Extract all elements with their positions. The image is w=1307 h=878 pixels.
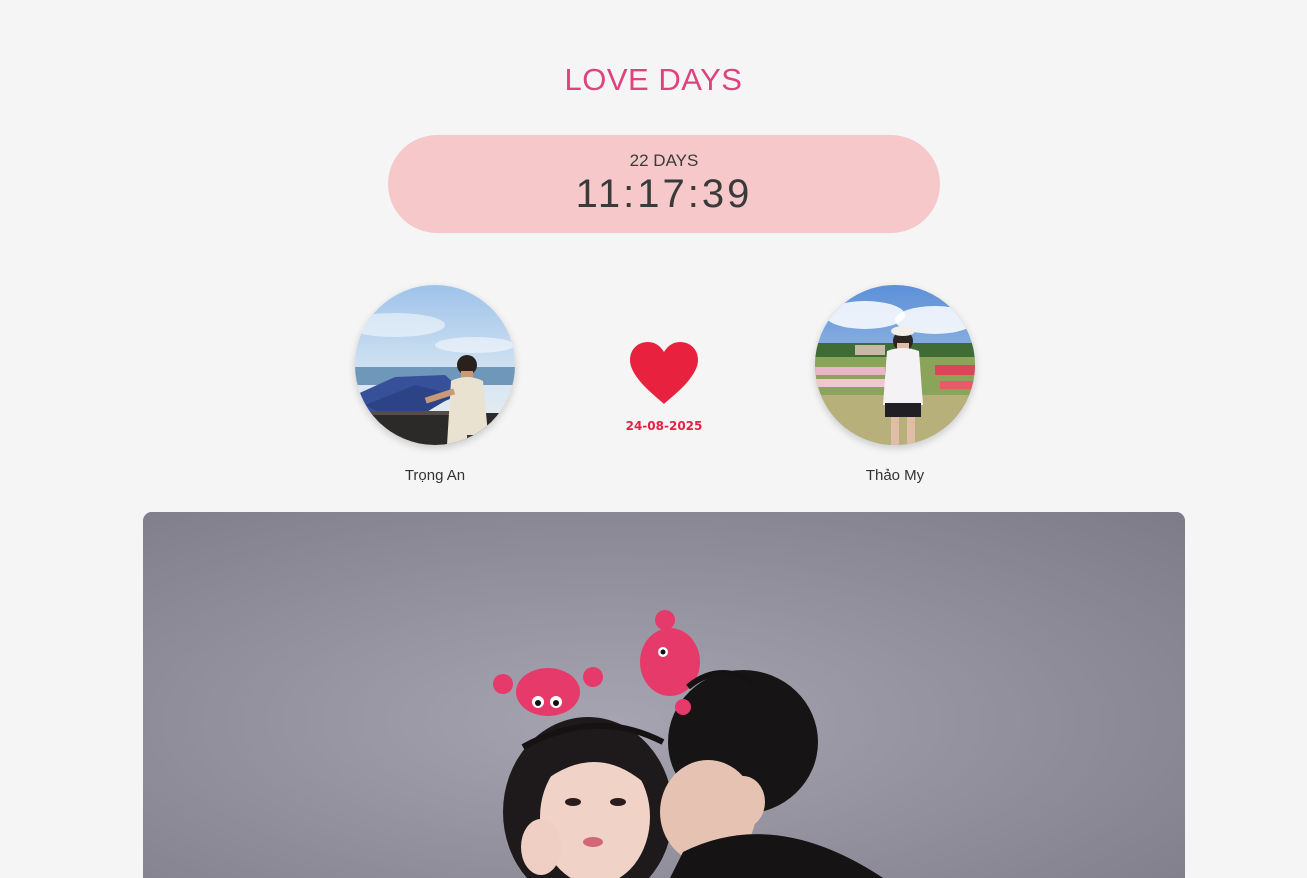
heart-icon (630, 342, 698, 404)
love-days-page: LOVE DAYS 22 DAYS 11:17:39 Trọng An 24-0… (0, 0, 1307, 878)
days-count: 22 DAYS (629, 151, 699, 170)
day-counter: 22 DAYS 11:17:39 (388, 135, 940, 233)
partner-left-name: Trọng An (404, 467, 466, 484)
avatar-right (815, 285, 975, 445)
anniversary-date: 24-08-2025 (625, 419, 703, 433)
page-title: LOVE DAYS (564, 62, 743, 97)
partner-right-name: Thảo My (865, 467, 925, 484)
avatar-left (355, 285, 515, 445)
couple-photo (143, 512, 1185, 878)
time-counter: 11:17:39 (575, 172, 753, 216)
